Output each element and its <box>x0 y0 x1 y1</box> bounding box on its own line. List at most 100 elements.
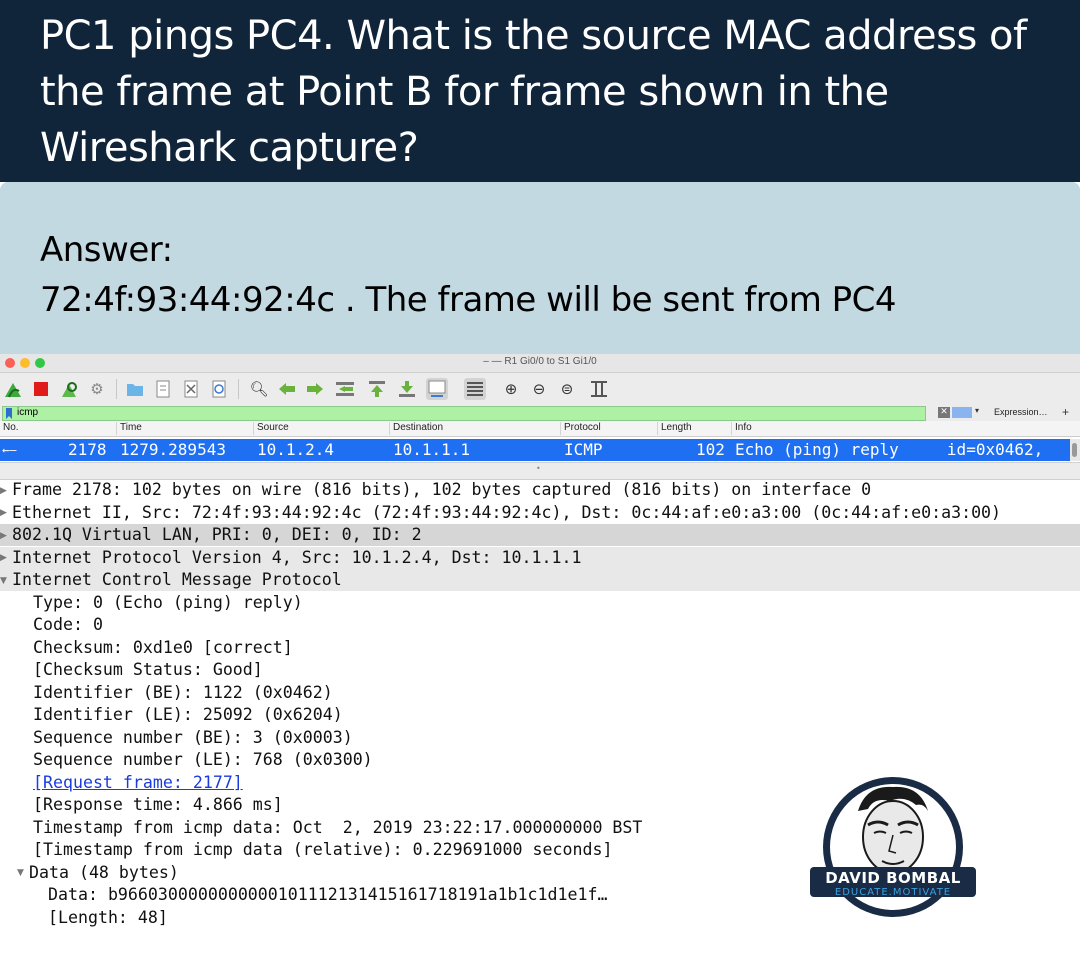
pane-splitter[interactable]: • <box>0 462 1080 480</box>
detail-identifier-be[interactable]: Identifier (BE): 1122 (0x0462) <box>0 682 1080 704</box>
question-line: Wireshark capture? <box>40 125 419 171</box>
column-header[interactable]: Destination <box>389 422 443 435</box>
detail-seq-le[interactable]: Sequence number (LE): 768 (0x0300) <box>0 749 1080 771</box>
packet-info: Echo (ping) reply id=0x0462, <box>735 440 1044 459</box>
detail-icmp-code[interactable]: Code: 0 <box>0 614 1080 636</box>
capture-options-icon[interactable]: ⚙ <box>86 378 108 400</box>
packet-no: 2178 <box>68 440 107 459</box>
go-back-icon[interactable] <box>276 378 298 400</box>
column-header[interactable]: Time <box>116 422 142 435</box>
start-capture-icon[interactable] <box>2 378 24 400</box>
close-file-icon[interactable] <box>180 378 202 400</box>
toolbar-separator <box>238 379 239 399</box>
detail-vlan[interactable]: ▶ 802.1Q Virtual LAN, PRI: 0, DEI: 0, ID:… <box>0 524 1080 546</box>
expand-triangle-icon[interactable]: ▶ <box>0 480 12 502</box>
save-file-icon[interactable] <box>152 378 174 400</box>
question-banner: PC1 pings PC4. What is the source MAC ad… <box>0 0 1080 182</box>
window-title: – — R1 Gi0/0 to S1 Gi1/0 <box>483 356 597 367</box>
detail-text: Internet Control Message Protocol <box>12 570 342 589</box>
collapse-triangle-icon[interactable]: ▼ <box>0 570 12 592</box>
request-frame-link[interactable]: [Request frame: 2177] <box>33 773 243 792</box>
go-forward-icon[interactable] <box>304 378 326 400</box>
packet-protocol: ICMP <box>564 440 603 459</box>
stop-capture-icon[interactable] <box>30 378 52 400</box>
go-first-packet-icon[interactable] <box>366 378 388 400</box>
detail-frame[interactable]: ▶ Frame 2178: 102 bytes on wire (816 bits… <box>0 479 1080 501</box>
detail-text: Sequence number (LE): 768 (0x0300) <box>33 750 373 769</box>
restart-capture-icon[interactable] <box>58 378 80 400</box>
detail-text: Data: b966030000000000010111213141516171… <box>48 885 608 904</box>
apply-filter-icon[interactable] <box>952 407 972 418</box>
detail-text: Ethernet II, Src: 72:4f:93:44:92:4c (72:… <box>12 502 1002 522</box>
detail-text: Timestamp from icmp data: Oct 2, 2019 23… <box>33 817 643 837</box>
detail-checksum-status[interactable]: [Checksum Status: Good] <box>0 659 1080 681</box>
expand-triangle-icon[interactable]: ▶ <box>0 547 12 569</box>
detail-text: Internet Protocol Version 4, Src: 10.1.2… <box>12 547 582 567</box>
auto-scroll-icon[interactable] <box>426 378 448 400</box>
answer-label: Answer: <box>40 230 173 270</box>
column-header[interactable]: Source <box>253 422 289 435</box>
reply-arrow-icon: ←— <box>2 443 17 457</box>
splitter-grip-icon[interactable]: • <box>536 464 541 473</box>
display-filter-input[interactable]: icmp <box>2 406 926 421</box>
detail-text: [Length: 48] <box>48 907 168 927</box>
question-line: the frame at Point B for frame shown in … <box>40 69 889 115</box>
bookmark-icon[interactable] <box>5 408 13 419</box>
display-filter-value: icmp <box>17 407 39 418</box>
column-header[interactable]: Info <box>731 422 752 435</box>
detail-text: Identifier (BE): 1122 (0x0462) <box>33 682 333 702</box>
main-toolbar: ⚙ 🔍︎ ⊕ ⊖ ⊜ <box>0 373 1080 406</box>
packet-list-scrollbar[interactable] <box>1070 439 1080 461</box>
answer-panel: Answer: 72:4f:93:44:92:4c . The frame wi… <box>0 182 1080 354</box>
packet-row-selected[interactable]: ←— 2178 1279.289543 10.1.2.4 10.1.1.1 IC… <box>0 439 1070 461</box>
packet-destination: 10.1.1.1 <box>393 440 471 459</box>
detail-text: [Timestamp from icmp data (relative): 0.… <box>33 840 613 859</box>
column-header[interactable]: No. <box>0 422 19 435</box>
detail-text: Code: 0 <box>33 615 103 634</box>
detail-text: Type: 0 (Echo (ping) reply) <box>33 592 303 612</box>
logo-name: DAVID BOMBAL <box>825 869 961 887</box>
detail-ipv4[interactable]: ▶ Internet Protocol Version 4, Src: 10.1.… <box>0 546 1080 569</box>
packet-length: 102 <box>696 440 725 459</box>
detail-text: Data (48 bytes) <box>29 862 179 882</box>
go-to-packet-icon[interactable] <box>334 378 356 400</box>
collapse-triangle-icon[interactable]: ▼ <box>17 862 29 884</box>
zoom-out-icon[interactable]: ⊖ <box>528 378 550 400</box>
expression-button[interactable]: Expression… <box>994 407 1048 417</box>
add-filter-button[interactable]: + <box>1062 405 1069 419</box>
open-file-icon[interactable] <box>124 378 146 400</box>
column-header[interactable]: Protocol <box>560 422 601 435</box>
detail-text: [Response time: 4.866 ms] <box>33 795 283 814</box>
david-bombal-logo: DAVID BOMBAL EDUCATE.MOTIVATE <box>808 775 978 925</box>
detail-identifier-le[interactable]: Identifier (LE): 25092 (0x6204) <box>0 704 1080 726</box>
expand-triangle-icon[interactable]: ▶ <box>0 525 12 547</box>
resize-columns-icon[interactable] <box>588 378 610 400</box>
find-packet-icon[interactable]: 🔍︎ <box>248 378 270 400</box>
detail-icmp[interactable]: ▼ Internet Control Message Protocol <box>0 569 1080 591</box>
packet-list-header: No. Time Source Destination Protocol Len… <box>0 421 1080 437</box>
detail-icmp-checksum[interactable]: Checksum: 0xd1e0 [correct] <box>0 637 1080 659</box>
scrollbar-thumb[interactable] <box>1072 443 1077 457</box>
go-last-packet-icon[interactable] <box>396 378 418 400</box>
detail-text: Identifier (LE): 25092 (0x6204) <box>33 705 343 724</box>
expand-triangle-icon[interactable]: ▶ <box>0 502 12 524</box>
clear-filter-icon[interactable]: ✕ <box>938 407 950 418</box>
display-filter-bar: icmp ✕ ▾ Expression… + <box>0 405 1080 421</box>
detail-ethernet[interactable]: ▶ Ethernet II, Src: 72:4f:93:44:92:4c (72… <box>0 502 1080 524</box>
normal-size-icon[interactable]: ⊜ <box>556 378 578 400</box>
detail-icmp-type[interactable]: Type: 0 (Echo (ping) reply) <box>0 592 1080 614</box>
question-text: PC1 pings PC4. What is the source MAC ad… <box>40 8 1060 176</box>
detail-seq-be[interactable]: Sequence number (BE): 3 (0x0003) <box>0 727 1080 749</box>
logo-tagline: EDUCATE.MOTIVATE <box>834 887 952 898</box>
window-titlebar: – — R1 Gi0/0 to S1 Gi1/0 <box>0 354 1080 373</box>
detail-text: Sequence number (BE): 3 (0x0003) <box>33 727 353 747</box>
filter-dropdown-icon[interactable]: ▾ <box>975 406 979 415</box>
detail-text: Frame 2178: 102 bytes on wire (816 bits)… <box>12 480 872 499</box>
answer-text: 72:4f:93:44:92:4c . The frame will be se… <box>40 280 897 320</box>
packet-time: 1279.289543 <box>120 440 226 459</box>
detail-text: Checksum: 0xd1e0 [correct] <box>33 637 293 657</box>
column-header[interactable]: Length <box>657 422 692 435</box>
zoom-in-icon[interactable]: ⊕ <box>500 378 522 400</box>
reload-file-icon[interactable] <box>208 378 230 400</box>
colorize-icon[interactable] <box>464 378 486 400</box>
